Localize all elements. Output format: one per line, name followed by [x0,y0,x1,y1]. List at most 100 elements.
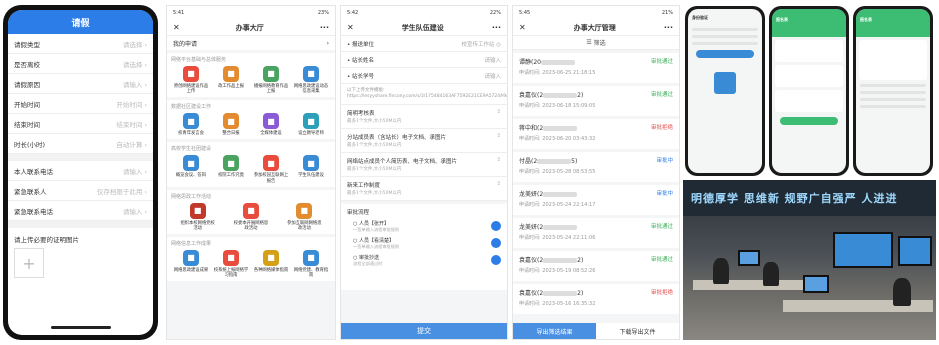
name-tail: 2) [577,92,584,99]
phone-form-b: 报名表 [853,6,933,176]
service-item[interactable]: ■ 整合日报 [212,113,250,136]
field-value: 校宣传工作站 ◎ [461,41,501,48]
service-grid: ■ 网络思政建设成果 ■ 校系统上报网络学习指南 ■ 各种网络媒体指南 ■ 网络党建、教育指南 [171,250,331,278]
form-gap [8,221,153,228]
service-item[interactable]: ■ 校委本开展网络思政活动 [232,202,270,231]
submit-button[interactable] [780,117,838,125]
service-icon: ■ [223,113,239,130]
approver-avatar[interactable] [491,238,501,249]
attachment-item[interactable]: ⇪ 简明考核表 最多1个文件,大小50M以内 [341,104,507,129]
form-row[interactable]: 是否离校 请选择 › [8,54,153,74]
record-time: 申请时间: 2023-05-28 08:53:55 [519,169,596,175]
my-applications-link[interactable]: 我的申请 › [167,36,335,50]
approver-avatar[interactable] [491,255,501,266]
field-label: 紧急联系电话 [14,207,53,216]
record-item[interactable]: 袁嘉仪(2 2) 审批拒绝 申请时间: 2023-05-16 16:35:32 [513,284,679,314]
flow-step: ○ 人员【看清楚】 一签单输入流程审批规则 [353,237,501,250]
close-icon[interactable]: ✕ [347,23,354,32]
upload-add-button[interactable]: + [14,248,44,278]
service-item[interactable]: ■ 校系统上报网络学习指南 [212,250,250,278]
attachment-item[interactable]: ⇪ 新来工作制度 最多1个文件,大小50M以内 [341,176,507,201]
service-item[interactable]: ■ 政工作品上报 [212,66,250,94]
record-name: 龙美妍(2 [519,222,578,231]
name-text: 谭静(20 [519,59,541,66]
record-item[interactable]: 袁嘉仪(2 2) 审批通过 申请时间: 2023-06-18 15:09:05 [513,86,679,116]
service-item[interactable]: ■ 原创网络建设作品上传 [172,66,210,94]
service-grid: ■ 组织本校网络党校活动 ■ 校委本开展网络思政活动 ■ 参加互联网网络思政活动 [171,202,331,231]
record-item[interactable]: 龙美妍(2 审批中 申请时间: 2023-05-24 22:14:17 [513,185,679,215]
service-item[interactable]: ■ 组织本校网络党校活动 [179,202,217,231]
service-section: 网络信息工作成果 ■ 网络思政建设成果 ■ 校系统上报网络学习指南 ■ 各种网络媒体指南 ■ 网… [167,237,335,282]
filter-label: 筛选 [593,40,606,47]
field-label: 开始时间 [14,100,40,109]
attachment-hint: 最多1个文件,大小50M以内 [347,166,402,172]
flow-step-sub: 一签单输入流程审批规则 [353,243,400,249]
service-item[interactable]: ■ 全媒体建设 [252,113,290,136]
record-head: 蒋中和(2 审批拒绝 [519,123,673,132]
service-item[interactable]: ■ 网络党建、教育指南 [292,250,330,278]
more-icon[interactable]: ··· [664,23,673,32]
attachment-item[interactable]: ⇪ 分站成员表（含站长）电子文档、承图片 最多1个文件,大小50M以内 [341,128,507,153]
service-item[interactable]: ■ 网络思政建设动态信息采集 [292,66,330,94]
submit-button[interactable]: 提交 [341,323,507,339]
download-export-button[interactable]: 下载导出文件 [596,323,679,339]
form-row[interactable]: 开始时间 开始时间 › [8,94,153,114]
service-item[interactable]: ■ 设立教导老师 [292,113,330,136]
service-item[interactable]: ■ 校院工作究竟 [212,155,250,183]
service-item[interactable]: ■ 各种网络媒体指南 [252,250,290,278]
flow-step: ○ 审批抄送 流程全部通过时 [353,254,501,267]
record-item[interactable]: 袁嘉仪(2 2) 审批通过 申请时间: 2023-05-19 08:52:26 [513,251,679,281]
flow-step-text: ○ 人员【看清楚】 一签单输入流程审批规则 [353,237,399,250]
attachment-item[interactable]: ⇪ 网络站点成员个人简历表、电子文档、承图片 最多1个文件,大小50M以内 [341,152,507,177]
export-filtered-button[interactable]: 导出筛选结果 [513,323,596,339]
form-row[interactable]: 时长(小时) 自动计算 › [8,134,153,154]
form-field[interactable]: • 站长学号 请输入 [341,68,507,84]
verify-button[interactable] [696,50,754,58]
service-section: 网络平台基础与总体服务 ■ 原创网络建设作品上传 ■ 政工作品上报 ■ 播报网络教育作品上报… [167,53,335,98]
close-icon[interactable]: ✕ [519,23,526,32]
record-item[interactable]: 龙美妍(2 审批通过 申请时间: 2023-05-24 22:11:06 [513,218,679,248]
section-heading: 网络信息工作成果 [171,241,212,248]
service-icon: ■ [223,250,239,267]
record-item[interactable]: 付晶(2 5) 审批中 申请时间: 2023-05-28 08:53:55 [513,152,679,182]
service-item[interactable]: ■ 概览会议、答辩 [172,155,210,183]
field-placeholder: 自动计算 › [116,140,147,149]
close-icon[interactable]: ✕ [173,23,180,32]
name-text: 袁嘉仪(2 [519,257,544,264]
more-icon[interactable]: ··· [492,23,501,32]
form-row[interactable]: 本人联系电话 请输入 › [8,161,153,181]
more-icon[interactable]: ··· [320,23,329,32]
approver-avatar[interactable] [491,221,501,232]
service-item[interactable]: ■ 参加校园互联网上报告 [252,155,290,184]
person [713,258,729,284]
field-placeholder: 仅存档限于此用 › [96,187,147,196]
qr-logo [714,72,736,94]
service-grid: ■ 校青年发言会 ■ 整合日报 ■ 全媒体建设 ■ 设立教导老师 [171,113,331,136]
service-item[interactable]: ■ 参加互联网网络思政活动 [285,202,323,231]
record-item[interactable]: 谭静(20 审批通过 申请时间: 2023-06-25 21:18:15 [513,53,679,83]
field-placeholder: 请输入 › [122,80,147,89]
service-item[interactable]: ■ 校青年发言会 [172,113,210,136]
page-title: 办事大厅 [235,23,264,32]
status-badge: 审批拒绝 [650,290,673,296]
leave-phone: 请假 请假类型 请选择 › 是否离校 请选择 › 请假原因 请输入 › 开始时间 开始时间 ›… [3,5,158,340]
record-list: 谭静(20 审批通过 申请时间: 2023-06-25 21:18:15 袁嘉仪(2 2… [513,53,679,314]
info-card [775,65,843,87]
form-field[interactable]: • 报送单位 校宣传工作站 ◎ [341,36,507,52]
record-time: 申请时间: 2023-05-24 22:11:06 [519,235,596,241]
form-row[interactable]: 紧急联系电话 请输入 › [8,201,153,221]
service-item[interactable]: ■ 学生队伍建设 [292,155,330,183]
service-item[interactable]: ■ 网络思政建设成果 [172,250,210,278]
form-row[interactable]: 请假原因 请输入 › [8,74,153,94]
team-building-screen: 5:42 22% ✕ 学生队伍建设 ··· • 报送单位 校宣传工作站 ◎ • 站长姓名请… [340,5,508,340]
filter-button[interactable]: ☰ 筛选 [513,36,679,50]
form-field[interactable]: • 站长姓名 请输入 [341,52,507,68]
attachment-list: ⇪ 简明考核表 最多1个文件,大小50M以内 ⇪ 分站成员表（含站长）电子文档、承图片最… [341,104,507,201]
footer-actions: 导出筛选结果 下载导出文件 [513,323,679,339]
redacted-id [543,291,578,296]
form-row[interactable]: 结束时间 结束时间 › [8,114,153,134]
record-item[interactable]: 蒋中和(2 审批拒绝 申请时间: 2023-06-20 03:43:32 [513,119,679,149]
form-row[interactable]: 请假类型 请选择 › [8,34,153,54]
form-row[interactable]: 紧急联系人 仅存档限于此用 › [8,181,153,201]
service-item[interactable]: ■ 播报网络教育作品上报 [252,66,290,94]
